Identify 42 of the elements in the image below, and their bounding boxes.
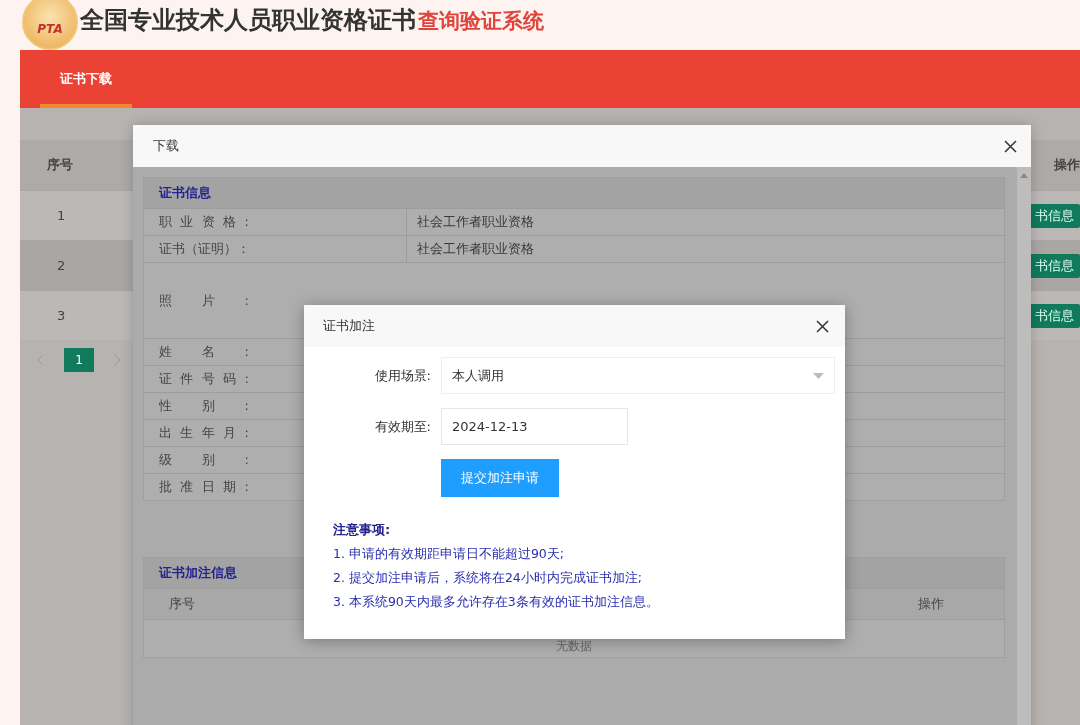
notes-title: 注意事项: bbox=[333, 521, 392, 539]
table-cell: 1 bbox=[57, 208, 66, 223]
column-header: 序号 bbox=[47, 156, 73, 174]
next-icon[interactable] bbox=[112, 354, 122, 366]
note-text: 3. 本系统90天内最多允许存在3条有效的证书加注信息。 bbox=[333, 594, 660, 611]
section-title: 证书信息 bbox=[144, 178, 1004, 208]
site-title: 全国专业技术人员职业资格证书 bbox=[80, 5, 416, 36]
dialog-title: 证书加注 bbox=[323, 317, 375, 335]
table-cell: 3 bbox=[57, 308, 66, 323]
table-cell: 2 bbox=[57, 258, 66, 273]
field-label: 证书（证明）： bbox=[159, 240, 249, 258]
dialog-title: 下载 bbox=[153, 137, 179, 155]
date-field[interactable]: 2024-12-13 bbox=[441, 408, 628, 445]
previous-icon[interactable] bbox=[36, 354, 46, 366]
field-label: 证件号码: bbox=[159, 370, 249, 388]
logo-text: PTA bbox=[37, 22, 63, 36]
column-header: 操作 bbox=[1054, 156, 1080, 174]
close-icon[interactable] bbox=[816, 319, 829, 333]
column-header: 序号 bbox=[169, 595, 195, 613]
scroll-up-icon[interactable] bbox=[1020, 173, 1028, 178]
certificate-info-button[interactable]: 书信息 bbox=[1029, 203, 1080, 228]
field-label: 使用场景: bbox=[373, 366, 431, 385]
column-header: 操作 bbox=[918, 595, 944, 613]
empty-text: 无数据 bbox=[556, 638, 592, 655]
field-label: 级别: bbox=[159, 451, 249, 469]
submit-button[interactable]: 提交加注申请 bbox=[441, 459, 559, 497]
dropdown-caret-icon bbox=[813, 372, 824, 379]
field-label: 姓名: bbox=[159, 343, 249, 361]
certificate-info-button[interactable]: 书信息 bbox=[1029, 253, 1080, 278]
field-label: 照片: bbox=[159, 291, 249, 310]
field-label: 出生年月: bbox=[159, 424, 249, 442]
field-label: 性别: bbox=[159, 397, 249, 415]
field-label: 职业资格: bbox=[159, 213, 249, 231]
field-label: 有效期至: bbox=[373, 417, 431, 436]
certificate-info-button[interactable]: 书信息 bbox=[1029, 303, 1080, 328]
field-label: 批准日期: bbox=[159, 478, 249, 496]
scrollbar[interactable] bbox=[1017, 167, 1031, 725]
page-button[interactable]: 1 bbox=[64, 348, 94, 372]
site-subtitle: 查询验证系统 bbox=[418, 8, 544, 35]
close-icon[interactable] bbox=[1004, 139, 1017, 153]
note-text: 2. 提交加注申请后，系统将在24小时内完成证书加注; bbox=[333, 570, 644, 587]
scene-select[interactable]: 本人调用 bbox=[441, 357, 835, 394]
